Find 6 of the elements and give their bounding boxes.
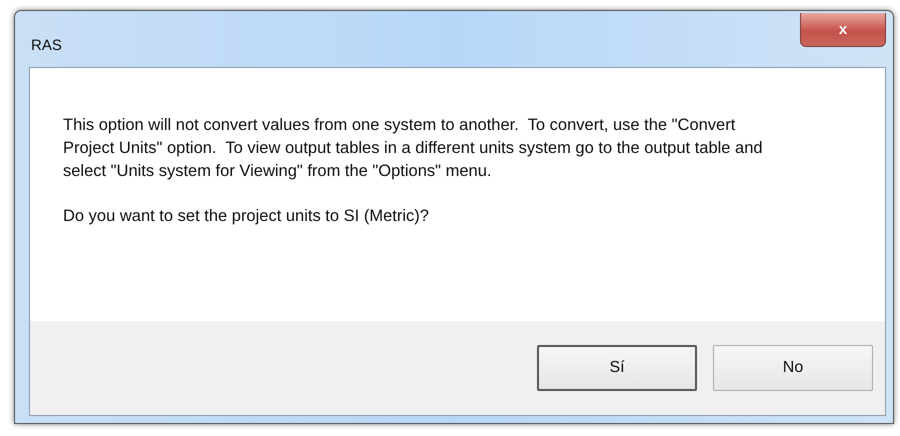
window-title: RAS [31, 37, 62, 54]
message-text: Do you want to set the project units to SI (Metric)? [63, 206, 430, 227]
message-text: This option will not convert values from one system to another. To convert, use the "Convert Project Units" option. To view output tables in a different units system go to the output table and select "Units system for Viewing" from the "Options" menu. [63, 115, 763, 182]
dialog-button[interactable]: Sí [537, 345, 697, 391]
close-button[interactable]: x [800, 13, 886, 47]
dialog-button[interactable]: No [713, 345, 873, 391]
